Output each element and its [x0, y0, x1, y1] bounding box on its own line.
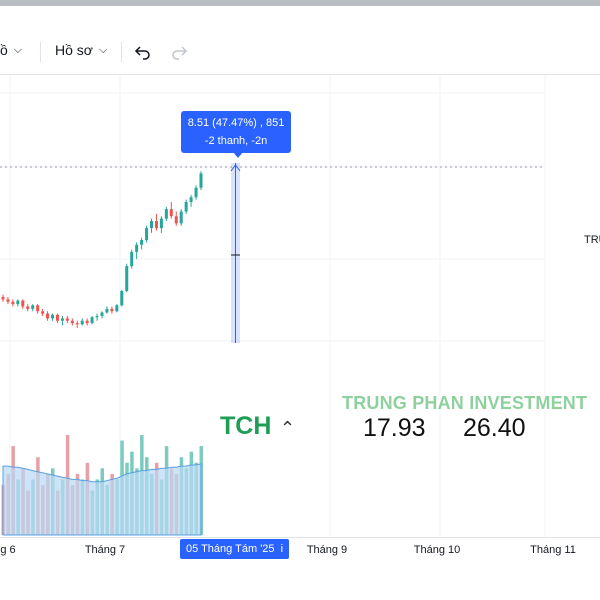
- chart-pane[interactable]: [0, 75, 600, 537]
- measure-tooltip-line1: 8.51 (47.47%) , 851: [187, 117, 285, 129]
- candle-body: [1, 297, 5, 300]
- toolbar-separator: [121, 42, 122, 62]
- candle-body: [36, 305, 40, 312]
- measure-tooltip: 8.51 (47.47%) , 851 -2 thanh, -2n: [181, 111, 291, 153]
- candle-body: [80, 320, 84, 325]
- toolbar-separator: [40, 42, 41, 62]
- candle-body: [65, 318, 69, 321]
- candle-body: [46, 313, 50, 319]
- candle-body: [145, 228, 149, 240]
- undo-button[interactable]: [131, 40, 155, 64]
- redo-icon: [172, 46, 188, 60]
- toolbar-dropdown-1-label: ồ: [0, 42, 8, 58]
- time-tick: Tháng 11: [530, 544, 576, 556]
- candle-body: [189, 197, 193, 202]
- candle-body: [125, 266, 129, 292]
- candle-body: [115, 305, 119, 312]
- chart-toolbar: ồ ⌵ Hồ sơ ⌵: [0, 30, 600, 75]
- candle-body: [11, 301, 15, 305]
- candle-body: [21, 300, 25, 307]
- time-tick-active: 05 Tháng Tám '25 i: [180, 539, 290, 559]
- candle-body: [100, 312, 104, 316]
- candle-body: [179, 211, 183, 224]
- candle-body: [6, 299, 10, 302]
- candle-body: [60, 318, 64, 321]
- candle-body: [135, 244, 139, 252]
- candle-body: [199, 173, 203, 188]
- candle-body: [95, 316, 99, 318]
- time-tick: Tháng 9: [306, 544, 348, 556]
- time-tick: g 6: [0, 544, 16, 556]
- app-window: ồ ⌵ Hồ sơ ⌵ 8.51 (47.47%) , 851 -2 thanh…: [0, 0, 600, 600]
- candle-body: [41, 311, 45, 314]
- candle-body: [105, 308, 109, 313]
- caret-up-icon: ⌃: [280, 418, 296, 438]
- right-panel-label: TRU: [584, 234, 600, 246]
- candle-body: [169, 209, 173, 217]
- candle-body: [130, 251, 134, 267]
- measure-tooltip-line2: -2 thanh, -2n: [204, 135, 268, 147]
- candle-body: [85, 320, 89, 324]
- profile-dropdown-label: Hồ sơ: [55, 42, 93, 58]
- candle-body: [164, 209, 168, 219]
- redo-button[interactable]: [167, 40, 191, 64]
- overlay-value-2: 26.40: [463, 414, 526, 442]
- candle-body: [90, 317, 94, 324]
- ticker-symbol: TCH: [220, 412, 272, 440]
- window-top-strip: [0, 0, 600, 6]
- candle-body: [120, 291, 124, 306]
- bottom-panel: [0, 561, 600, 600]
- candle-body: [51, 314, 54, 319]
- candle-body: [31, 305, 35, 309]
- candle-body: [184, 202, 188, 212]
- candle-body: [194, 187, 198, 198]
- chevron-down-icon: ⌵: [98, 43, 108, 56]
- overlay-value-1: 17.93: [363, 414, 426, 442]
- candle-body: [26, 306, 30, 309]
- candle-body: [154, 221, 158, 229]
- undo-icon: [134, 46, 150, 60]
- candle-body: [150, 221, 153, 229]
- candle-body: [75, 323, 79, 325]
- time-tick: Tháng 10: [413, 544, 461, 556]
- tooltip-arrow: [233, 152, 243, 158]
- candle-body: [110, 308, 114, 312]
- candle-body: [174, 216, 178, 224]
- toolbar-dropdown-1[interactable]: ồ ⌵: [0, 42, 22, 58]
- profile-dropdown[interactable]: Hồ sơ ⌵: [55, 42, 107, 58]
- candle-body: [140, 240, 144, 245]
- candle-body: [159, 218, 163, 229]
- candle-body: [55, 314, 59, 321]
- time-axis[interactable]: g 6 Tháng 7 05 Tháng Tám '25 i Tháng 9 T…: [0, 537, 600, 562]
- candle-body: [70, 320, 74, 324]
- price-chart[interactable]: [0, 75, 600, 537]
- chevron-down-icon: ⌵: [13, 43, 23, 56]
- time-tick: Tháng 7: [84, 544, 126, 556]
- watermark-brand: TRUNG PHAN INVESTMENT: [342, 393, 588, 413]
- candle-body: [16, 300, 20, 305]
- candles: [1, 171, 203, 328]
